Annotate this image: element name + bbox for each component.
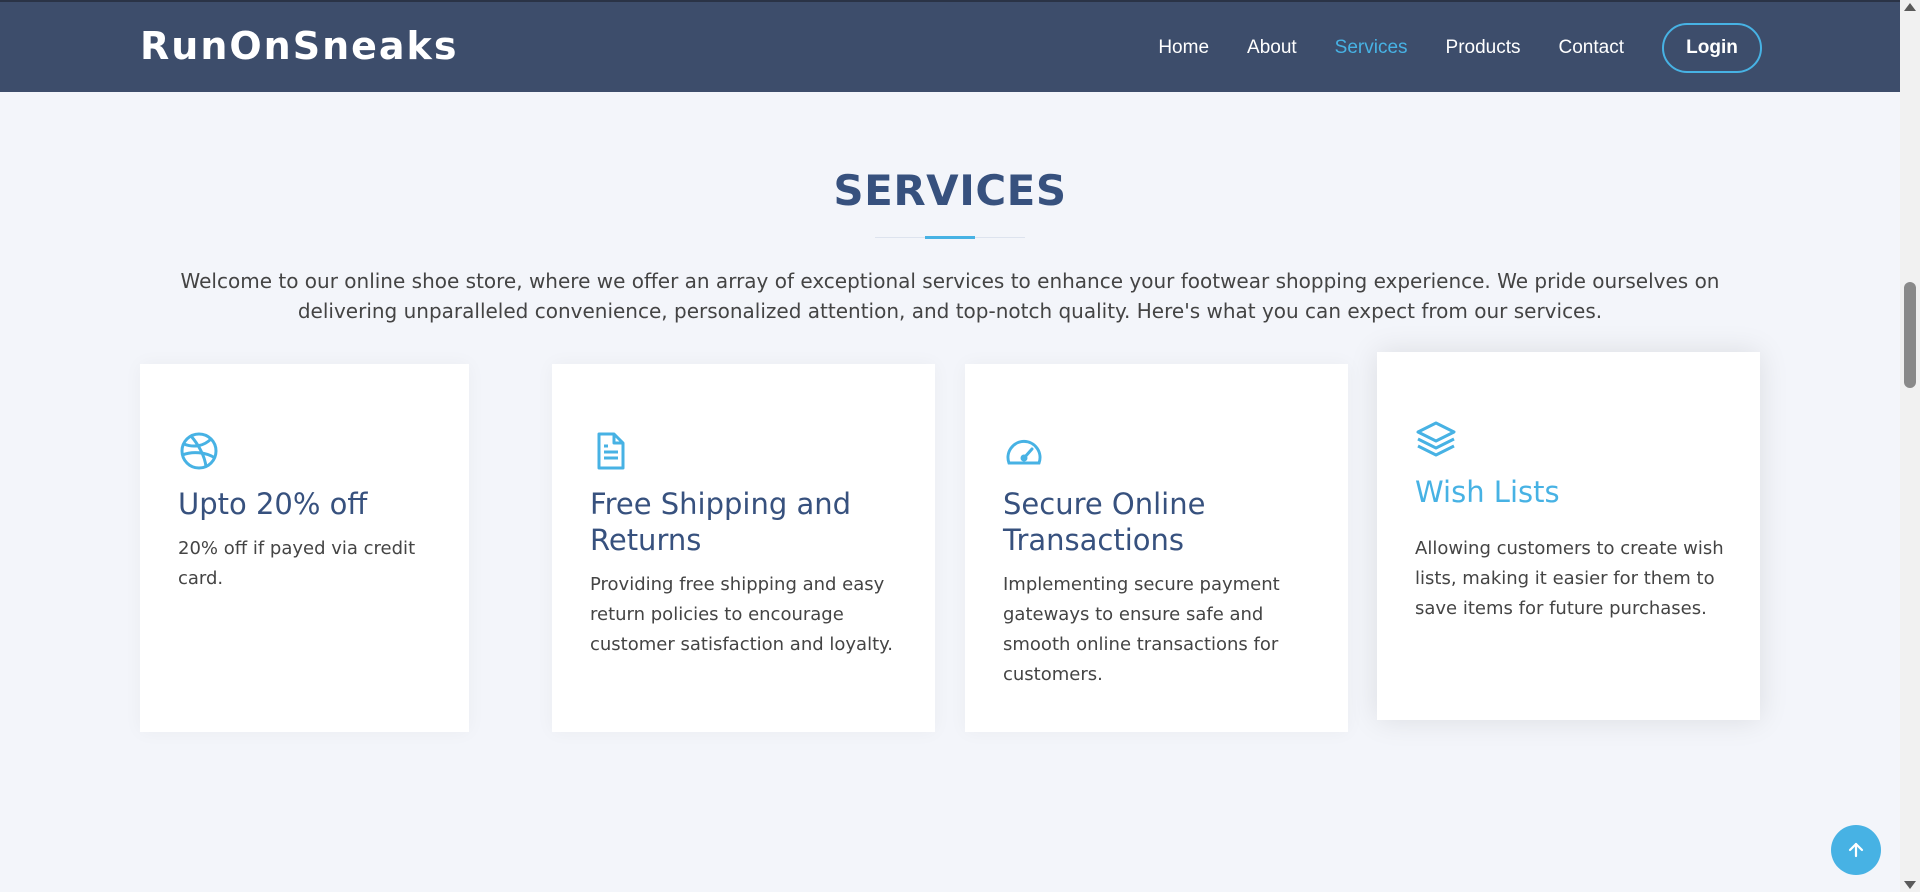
document-icon	[590, 430, 632, 472]
service-card-text: 20% off if payed via credit card.	[178, 538, 416, 589]
page-scrollbar[interactable]	[1900, 0, 1920, 892]
nav-services[interactable]: Services	[1335, 37, 1408, 59]
main-nav: Home About Services Products Contact Log…	[1120, 2, 1762, 94]
arrow-up-icon	[1848, 842, 1864, 858]
title-accent-bar	[925, 236, 975, 239]
service-card-discount[interactable]: Upto 20% off 20% off if payed via credit…	[140, 364, 469, 732]
service-card-title: Secure Online Transactions	[1003, 487, 1206, 557]
dribbble-icon	[178, 430, 220, 472]
scroll-down-arrow-icon[interactable]	[1904, 881, 1916, 889]
service-card-shipping[interactable]: Free Shipping and Returns Providing free…	[552, 364, 935, 732]
nav-contact[interactable]: Contact	[1559, 37, 1624, 59]
site-logo[interactable]: RunOnSneaks	[140, 24, 458, 68]
back-to-top-button[interactable]	[1831, 825, 1881, 875]
service-card-text: Implementing secure payment gateways to …	[1003, 574, 1280, 685]
service-card-text: Providing free shipping and easy return …	[590, 574, 893, 655]
nav-home[interactable]: Home	[1158, 37, 1209, 59]
layers-icon	[1415, 418, 1457, 460]
nav-about[interactable]: About	[1247, 37, 1297, 59]
speedometer-icon	[1003, 430, 1045, 472]
service-card-secure[interactable]: Secure Online Transactions Implementing …	[965, 364, 1348, 732]
site-header: RunOnSneaks Home About Services Products…	[0, 0, 1900, 92]
section-title: SERVICES	[833, 166, 1067, 215]
login-button[interactable]: Login	[1662, 23, 1762, 73]
service-card-title: Wish Lists	[1415, 475, 1560, 509]
service-card-title: Free Shipping and Returns	[590, 487, 852, 557]
service-card-title: Upto 20% off	[178, 487, 368, 521]
scroll-up-arrow-icon[interactable]	[1904, 3, 1916, 11]
scrollbar-thumb[interactable]	[1904, 282, 1916, 388]
service-card-wishlist[interactable]: Wish Lists Allowing customers to create …	[1377, 352, 1760, 720]
section-intro: Welcome to our online shoe store, where …	[180, 269, 1720, 323]
nav-products[interactable]: Products	[1446, 37, 1521, 59]
service-card-text: Allowing customers to create wish lists,…	[1415, 538, 1724, 619]
